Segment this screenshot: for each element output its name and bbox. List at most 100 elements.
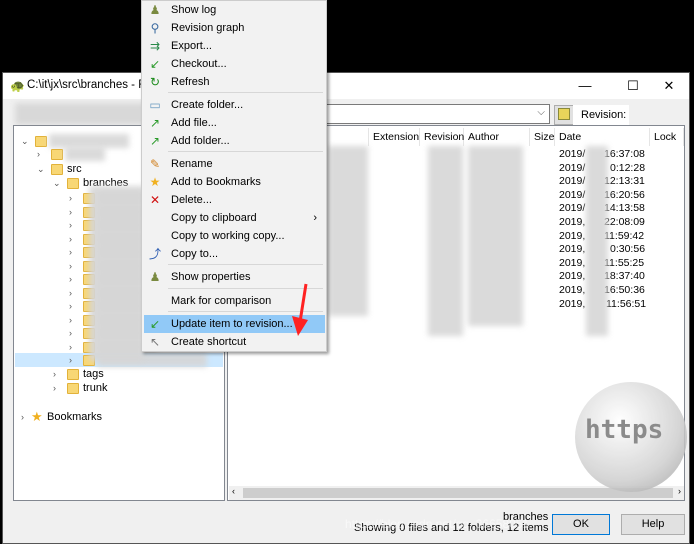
menu-item-create-folder[interactable]: ▭ Create folder... — [144, 96, 325, 114]
blurred-authors — [468, 146, 523, 326]
menu-item-label: Add folder... — [171, 135, 230, 147]
tree-node[interactable]: › trunk — [15, 381, 223, 395]
folder-icon — [67, 178, 79, 189]
row-date: 2019, — [559, 229, 586, 242]
column-header-author[interactable]: Author — [464, 128, 530, 146]
chevron-right-icon[interactable]: › — [69, 191, 72, 205]
menu-item-add-folder[interactable]: ↗ Add folder... — [144, 132, 325, 150]
column-header-size[interactable]: Size — [530, 128, 555, 146]
menu-item-add-file[interactable]: ↗ Add file... — [144, 114, 325, 132]
blurred-names — [328, 146, 368, 316]
menu-separator — [168, 92, 323, 93]
update-icon: ↙ — [149, 317, 161, 331]
scrollbar-thumb[interactable] — [243, 488, 673, 498]
chevron-right-icon[interactable]: › — [69, 218, 72, 232]
help-button[interactable]: Help — [621, 514, 685, 535]
menu-item-show-log[interactable]: ♟ Show log — [144, 1, 325, 19]
column-header-lock[interactable]: Lock — [650, 128, 684, 146]
window-title: C:\it\jx\src\branches - Re — [27, 79, 153, 91]
menu-item-rename[interactable]: ✎ Rename — [144, 155, 325, 173]
menu-item-copy-to[interactable]: ⤴ Copy to... — [144, 245, 325, 263]
menu-item-export[interactable]: ⇉ Export... — [144, 37, 325, 55]
menu-item-label: Create shortcut — [171, 336, 247, 348]
row-date: 2019, — [559, 284, 586, 296]
delete-x-icon: ✕ — [149, 193, 161, 207]
row-time: 0:12:28 — [610, 161, 646, 174]
row-time: 11:55:25 — [604, 256, 645, 269]
tree-node[interactable]: › ★ Bookmarks — [15, 410, 223, 424]
chevron-down-icon[interactable]: ⌄ — [37, 162, 45, 176]
shortcut-icon: ↖ — [149, 335, 161, 349]
chevron-right-icon[interactable]: › — [69, 326, 72, 340]
close-button[interactable]: ✕ — [649, 76, 689, 96]
chevron-right-icon[interactable]: › — [69, 205, 72, 219]
tree-node[interactable]: › tags — [15, 367, 223, 381]
menu-item-label: Export... — [171, 40, 212, 52]
row-date: 2019, — [559, 297, 586, 310]
folder-icon — [51, 149, 63, 160]
chevron-right-icon[interactable]: › — [53, 381, 56, 395]
chevron-right-icon[interactable]: › — [69, 272, 72, 286]
row-time: 11:56:51 — [606, 297, 647, 310]
red-arrow-annotation — [292, 283, 308, 336]
menu-item-label: Show properties — [171, 271, 251, 283]
revision-label[interactable]: Revision: — [573, 105, 629, 125]
menu-item-copy-to-clipboard[interactable]: Copy to clipboard › — [144, 209, 325, 227]
column-header-extension[interactable]: Extension — [369, 128, 420, 146]
chevron-down-icon[interactable]: ⌵ — [537, 107, 545, 118]
chevron-right-icon[interactable]: › — [69, 299, 72, 313]
chevron-down-icon[interactable]: ⌄ — [53, 176, 61, 190]
chevron-right-icon[interactable]: › — [69, 340, 72, 354]
add-file-icon: ↗ — [149, 116, 161, 130]
row-date: 2019, — [559, 270, 586, 283]
column-header-revision[interactable]: Revision — [420, 128, 464, 146]
chevron-right-icon[interactable]: › — [69, 232, 72, 246]
menu-item-add-to-bookmarks[interactable]: ★ Add to Bookmarks — [144, 173, 325, 191]
chevron-down-icon[interactable]: ⌄ — [21, 134, 29, 148]
chevron-right-icon[interactable]: › — [37, 147, 40, 161]
row-time: 11:59:42 — [604, 229, 645, 242]
chevron-right-icon[interactable]: › — [69, 313, 72, 327]
chevron-right-icon[interactable]: › — [53, 367, 56, 381]
scroll-right-icon[interactable]: › — [678, 486, 681, 496]
blurred-tree-names — [89, 186, 144, 361]
watermark-globe-text: https — [585, 415, 664, 445]
menu-item-label: Add to Bookmarks — [171, 176, 261, 188]
chevron-right-icon[interactable]: › — [21, 410, 24, 424]
menu-item-revision-graph[interactable]: ⚲ Revision graph — [144, 19, 325, 37]
menu-item-label: Create folder... — [171, 99, 244, 111]
row-date: 2019/ — [559, 148, 586, 160]
menu-item-label: Delete... — [171, 194, 212, 206]
column-header-date[interactable]: Date — [555, 128, 650, 146]
minimize-button[interactable]: — — [565, 76, 605, 96]
row-time: 16:20:56 — [604, 188, 645, 201]
menu-item-delete[interactable]: ✕ Delete... — [144, 191, 325, 209]
ok-button[interactable]: OK — [552, 514, 610, 535]
maximize-button[interactable]: ☐ — [613, 76, 653, 96]
folder-icon — [51, 164, 63, 175]
row-time: 16:37:08 — [604, 148, 645, 160]
menu-item-label: Add file... — [171, 117, 217, 129]
tree-node-label: Bookmarks — [47, 411, 103, 423]
menu-item-checkout[interactable]: ↙ Checkout... — [144, 55, 325, 73]
row-time: 12:13:31 — [604, 175, 645, 188]
watermark-text: https://blog.csdn.net/qq_36658051 — [345, 517, 530, 531]
chevron-right-icon[interactable]: › — [69, 286, 72, 300]
menu-separator — [168, 264, 323, 265]
scroll-left-icon[interactable]: ‹ — [232, 486, 235, 496]
title-bar: 🐢 C:\it\jx\src\branches - Re — ☐ ✕ — [3, 73, 689, 99]
menu-item-refresh[interactable]: ↻ Refresh — [144, 73, 325, 91]
tree-node-label: src — [67, 163, 82, 175]
menu-item-label: Rename — [171, 158, 213, 170]
folder-up-icon — [558, 108, 570, 120]
chevron-right-icon[interactable]: › — [69, 353, 72, 367]
menu-item-copy-to-working-copy[interactable]: Copy to working copy... — [144, 227, 325, 245]
menu-item-label: Revision graph — [171, 22, 245, 34]
chevron-right-icon[interactable]: › — [69, 245, 72, 259]
menu-item-label: Mark for comparison — [171, 295, 272, 307]
menu-item-label: Copy to clipboard — [171, 212, 257, 224]
menu-item-label: Show log — [171, 4, 217, 16]
go-button[interactable] — [554, 105, 574, 125]
chevron-right-icon[interactable]: › — [69, 259, 72, 273]
row-date: 2019, — [559, 216, 586, 228]
